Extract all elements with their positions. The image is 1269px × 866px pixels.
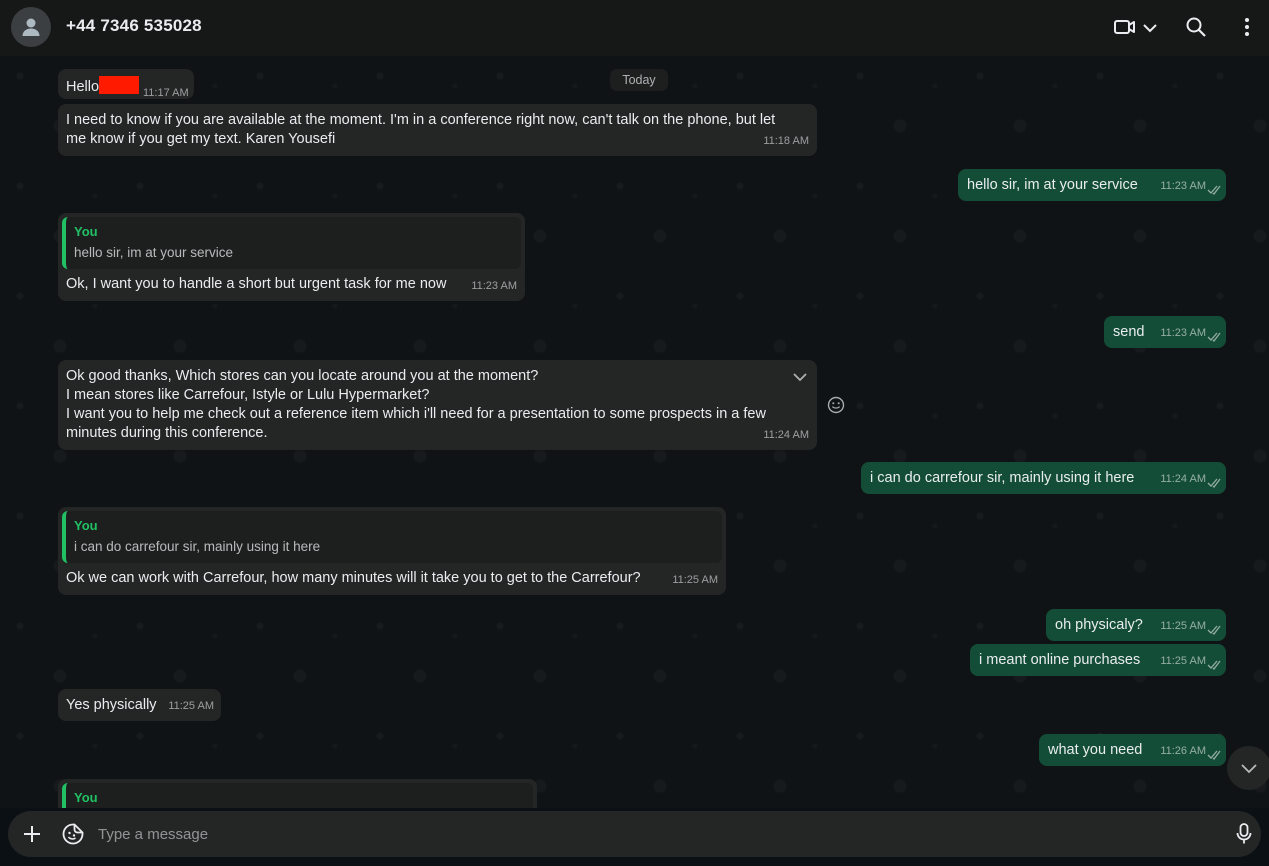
message-time: 11:26 AM [1160,745,1206,757]
search-button[interactable] [1185,14,1207,40]
composer-bar [0,808,1269,866]
message-time: 11:25 AM [672,574,718,586]
message-text: oh physicaly? [1055,617,1143,633]
message-text: Ok we can work with Carrefour, how many … [66,570,641,586]
chevron-down-icon [1241,764,1257,774]
read-ticks-icon [1207,478,1221,488]
person-icon [22,18,40,36]
plus-icon [24,826,40,842]
message-time: 11:17 AM [143,87,189,99]
message-text: send [1113,324,1145,340]
outgoing-message[interactable]: i meant online purchases 11:25 AM [970,644,1226,676]
redaction-box [99,76,140,94]
quote-author: You [74,518,98,533]
outgoing-message[interactable]: send 11:23 AM [1104,316,1226,348]
date-divider: Today [610,69,668,91]
message-line: Ok good thanks, Which stores can you loc… [66,368,539,384]
message-input[interactable] [98,823,1198,845]
quote-text: hello sir, im at your service [74,245,234,260]
message-time: 11:25 AM [1160,620,1206,632]
read-ticks-icon [1207,750,1221,760]
video-call-icon [1114,20,1135,34]
read-ticks-icon [1207,185,1221,195]
quoted-message[interactable]: You hello sir, im at your service [62,217,521,269]
chevron-down-icon [1143,24,1157,33]
message-text: Hello [66,79,100,95]
message-time: 11:18 AM [763,135,809,147]
quote-author: You [74,224,98,239]
message-time: 11:24 AM [1160,473,1206,485]
message-time: 11:23 AM [471,280,517,292]
contact-avatar[interactable] [11,7,51,47]
message-text: Ok, I want you to handle a short but urg… [66,276,447,292]
sticker-icon [62,823,84,845]
contact-name[interactable]: +44 7346 535028 [66,16,202,36]
menu-dots-icon [1245,18,1249,36]
quoted-message[interactable]: You [62,783,533,808]
search-icon [1186,17,1206,37]
outgoing-message[interactable]: oh physicaly? 11:25 AM [1046,609,1226,641]
microphone-icon [1236,823,1252,844]
message-time: 11:25 AM [1160,655,1206,667]
quote-author: You [74,790,98,805]
message-line: I mean stores like Carrefour, Istyle or … [66,387,430,403]
message-text: Yes physically [66,697,157,713]
quote-text: i can do carrefour sir, mainly using it … [74,539,321,554]
message-text: I need to know if you are available at t… [66,112,776,147]
incoming-message[interactable]: I need to know if you are available at t… [58,104,817,156]
attach-button[interactable] [21,823,43,845]
message-time: 11:25 AM [168,700,214,712]
incoming-message[interactable]: Yes physically 11:25 AM [58,689,221,721]
quoted-message[interactable]: You i can do carrefour sir, mainly using… [62,511,722,563]
message-time: 11:24 AM [763,429,809,441]
sticker-button[interactable] [61,822,85,846]
incoming-message[interactable]: You i can do carrefour sir, mainly using… [58,507,726,595]
incoming-message[interactable]: Ok good thanks, Which stores can you loc… [58,360,817,450]
menu-button[interactable] [1239,14,1255,40]
composer [8,811,1261,857]
message-list[interactable]: Today Hello 11:17 AM I need to know if yo… [0,56,1269,808]
chevron-down-icon[interactable] [792,371,808,383]
outgoing-message[interactable]: i can do carrefour sir, mainly using it … [861,462,1226,494]
incoming-message[interactable]: Hello 11:17 AM [58,69,194,99]
incoming-message[interactable]: You [58,779,537,808]
message-text: hello sir, im at your service [967,177,1138,193]
message-time: 11:23 AM [1160,180,1206,192]
read-ticks-icon [1207,625,1221,635]
message-time: 11:23 AM [1160,327,1206,339]
outgoing-message[interactable]: what you need 11:26 AM [1039,734,1226,766]
message-line: I want you to help me check out a refere… [66,406,766,441]
message-text: what you need [1048,742,1143,758]
scroll-to-bottom-button[interactable] [1227,746,1269,790]
emoji-reaction-icon[interactable] [827,396,845,414]
voice-message-button[interactable] [1233,823,1255,845]
read-ticks-icon [1207,332,1221,342]
read-ticks-icon [1207,660,1221,670]
incoming-message[interactable]: You hello sir, im at your service Ok, I … [58,213,525,301]
message-text: i can do carrefour sir, mainly using it … [870,470,1135,486]
message-text: i meant online purchases [979,652,1141,668]
video-call-button[interactable] [1113,14,1159,40]
chat-header: +44 7346 535028 [0,0,1269,56]
outgoing-message[interactable]: hello sir, im at your service 11:23 AM [958,169,1226,201]
